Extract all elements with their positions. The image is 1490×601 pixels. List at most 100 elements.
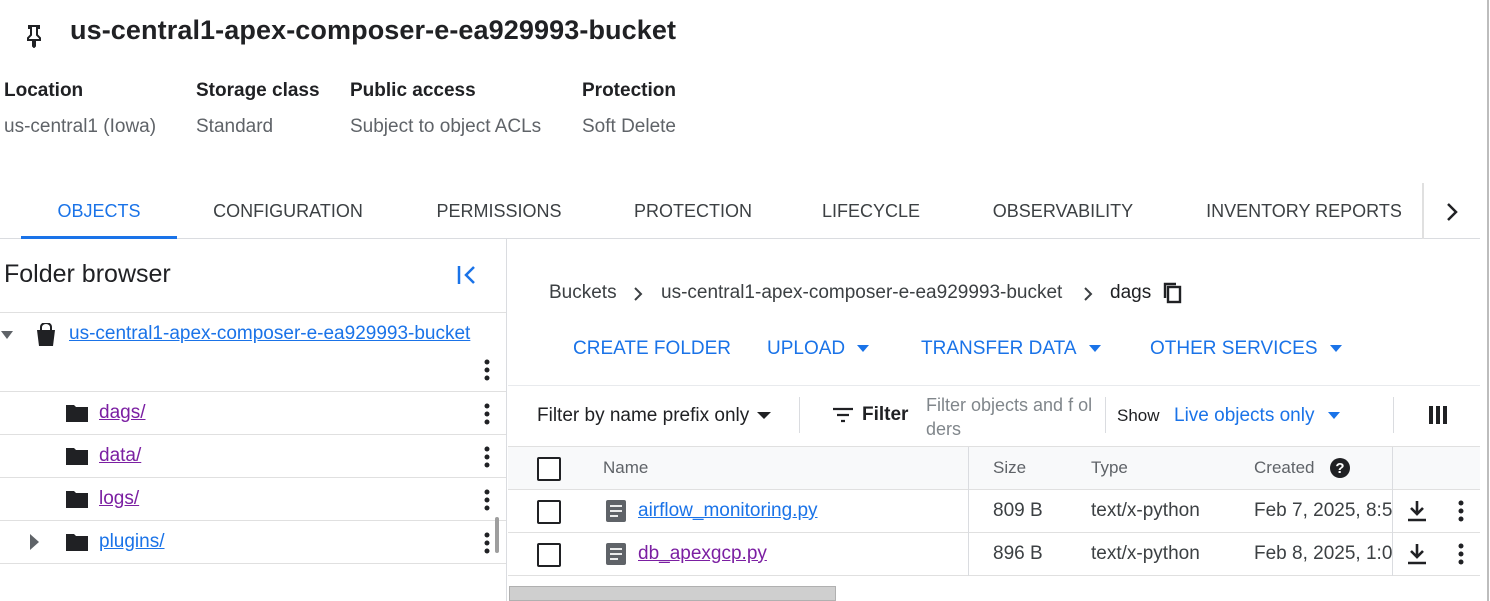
row-checkbox[interactable] <box>537 500 561 524</box>
filter-button[interactable]: Filter <box>832 404 908 426</box>
column-header-name[interactable]: Name <box>603 458 648 478</box>
tab-bar: OBJECTS CONFIGURATION PERMISSIONS PROTEC… <box>0 183 1480 239</box>
breadcrumb-bucket[interactable]: us-central1-apex-composer-e-ea929993-buc… <box>661 282 1062 304</box>
bucket-more-icon[interactable] <box>484 359 490 381</box>
create-folder-button[interactable]: CREATE FOLDER <box>573 336 731 362</box>
row-more-icon[interactable] <box>1458 500 1464 522</box>
table-horizontal-scrollbar[interactable] <box>509 586 836 601</box>
tree-bucket-link[interactable]: us-central1-apex-composer-e-ea929993-buc… <box>69 323 470 345</box>
tree-folder-dags[interactable]: dags/ <box>99 402 145 424</box>
file-name-link[interactable]: db_apexgcp.py <box>638 543 767 565</box>
folder-icon <box>66 490 88 508</box>
table-row[interactable]: airflow_monitoring.py 809 B text/x-pytho… <box>508 490 1480 533</box>
folder-more-icon[interactable] <box>484 446 490 468</box>
file-created: Feb 8, 2025, 1:0 <box>1254 543 1392 564</box>
folder-browser-scrollbar[interactable] <box>495 517 499 553</box>
row-checkbox[interactable] <box>537 543 561 567</box>
help-icon[interactable]: ? <box>1329 457 1351 479</box>
location-value: us-central1 (Iowa) <box>4 116 157 137</box>
folder-more-icon[interactable] <box>484 403 490 425</box>
tree-folder-data[interactable]: data/ <box>99 445 141 467</box>
breadcrumb-current: dags <box>1110 282 1152 303</box>
tree-separator <box>0 563 506 564</box>
file-icon <box>606 543 626 565</box>
expand-arrow-icon[interactable] <box>0 328 14 342</box>
upload-label: UPLOAD <box>767 338 846 359</box>
column-separator <box>968 490 969 533</box>
folder-browser-title: Folder browser <box>4 260 171 288</box>
filter-prefix-dropdown[interactable]: Filter by name prefix only <box>537 405 772 427</box>
bucket-icon <box>35 323 57 347</box>
download-icon[interactable] <box>1407 500 1427 522</box>
filter-input[interactable]: Filter objects and f olders <box>926 393 1096 441</box>
file-type: text/x-python <box>1091 500 1200 521</box>
upload-button[interactable]: UPLOAD <box>767 336 870 362</box>
tree-separator <box>0 391 506 392</box>
row-more-icon[interactable] <box>1458 543 1464 565</box>
table-row[interactable]: db_apexgcp.py 896 B text/x-python Feb 8,… <box>508 533 1480 576</box>
expand-arrow-icon[interactable] <box>28 533 40 551</box>
copy-icon[interactable] <box>1162 282 1184 304</box>
file-icon <box>606 500 626 522</box>
tab-permissions[interactable]: PERMISSIONS <box>425 183 573 239</box>
column-separator <box>968 533 969 576</box>
column-header-size[interactable]: Size <box>993 458 1026 478</box>
column-header-type[interactable]: Type <box>1091 458 1128 478</box>
dropdown-arrow-icon <box>1329 345 1342 352</box>
folder-icon <box>66 404 88 422</box>
column-separator <box>1392 490 1393 533</box>
tree-separator <box>0 520 506 521</box>
file-created: Feb 7, 2025, 8:5 <box>1254 500 1392 521</box>
tab-objects[interactable]: OBJECTS <box>21 183 177 239</box>
breadcrumb-buckets[interactable]: Buckets <box>549 282 617 304</box>
dropdown-arrow-icon <box>757 412 772 419</box>
tab-inventory-reports[interactable]: INVENTORY REPORTS <box>1196 183 1412 239</box>
tree-folder-logs[interactable]: logs/ <box>99 488 139 510</box>
select-all-checkbox[interactable] <box>537 457 561 481</box>
tree-folder-plugins[interactable]: plugins/ <box>99 531 165 553</box>
folder-browser-separator <box>0 312 506 313</box>
tree-separator <box>0 477 506 478</box>
other-services-label: OTHER SERVICES <box>1150 338 1318 359</box>
collapse-panel-icon[interactable] <box>455 264 479 286</box>
show-label: Show <box>1117 406 1160 425</box>
file-size: 896 B <box>993 543 1043 564</box>
bucket-title: us-central1-apex-composer-e-ea929993-buc… <box>70 15 677 45</box>
column-separator <box>1392 447 1393 491</box>
other-services-button[interactable]: OTHER SERVICES <box>1150 336 1342 362</box>
file-type: text/x-python <box>1091 543 1200 564</box>
download-icon[interactable] <box>1407 543 1427 565</box>
panel-divider <box>506 239 507 601</box>
folder-icon <box>66 447 88 465</box>
filter-label: Filter <box>862 404 909 425</box>
filter-icon <box>833 407 853 423</box>
tab-lifecycle[interactable]: LIFECYCLE <box>813 183 929 239</box>
tab-protection[interactable]: PROTECTION <box>624 183 762 239</box>
column-display-icon[interactable] <box>1428 406 1448 424</box>
folder-icon <box>66 533 88 551</box>
dropdown-arrow-icon <box>1088 345 1101 352</box>
tab-observability[interactable]: OBSERVABILITY <box>982 183 1144 239</box>
show-value: Live objects only <box>1174 405 1315 426</box>
filter-divider <box>1393 397 1394 433</box>
pin-icon[interactable] <box>24 24 44 48</box>
tab-configuration[interactable]: CONFIGURATION <box>200 183 376 239</box>
window-edge <box>1487 0 1489 601</box>
file-size: 809 B <box>993 500 1043 521</box>
transfer-data-button[interactable]: TRANSFER DATA <box>921 336 1101 362</box>
folder-more-icon[interactable] <box>484 532 490 554</box>
create-folder-label: CREATE FOLDER <box>573 338 732 359</box>
chevron-right-icon[interactable] <box>1438 199 1466 225</box>
filter-divider <box>1105 397 1106 433</box>
chevron-right-icon <box>1081 285 1095 303</box>
protection-value: Soft Delete <box>582 116 676 137</box>
protection-label: Protection <box>582 80 676 101</box>
show-objects-dropdown[interactable]: Live objects only <box>1174 405 1341 427</box>
file-name-link[interactable]: airflow_monitoring.py <box>638 500 818 522</box>
tree-separator <box>0 434 506 435</box>
dropdown-arrow-icon <box>1328 412 1341 419</box>
folder-more-icon[interactable] <box>484 489 490 511</box>
public-access-value: Subject to object ACLs <box>350 116 542 137</box>
column-separator <box>1392 533 1393 576</box>
column-header-created[interactable]: Created <box>1254 458 1314 478</box>
